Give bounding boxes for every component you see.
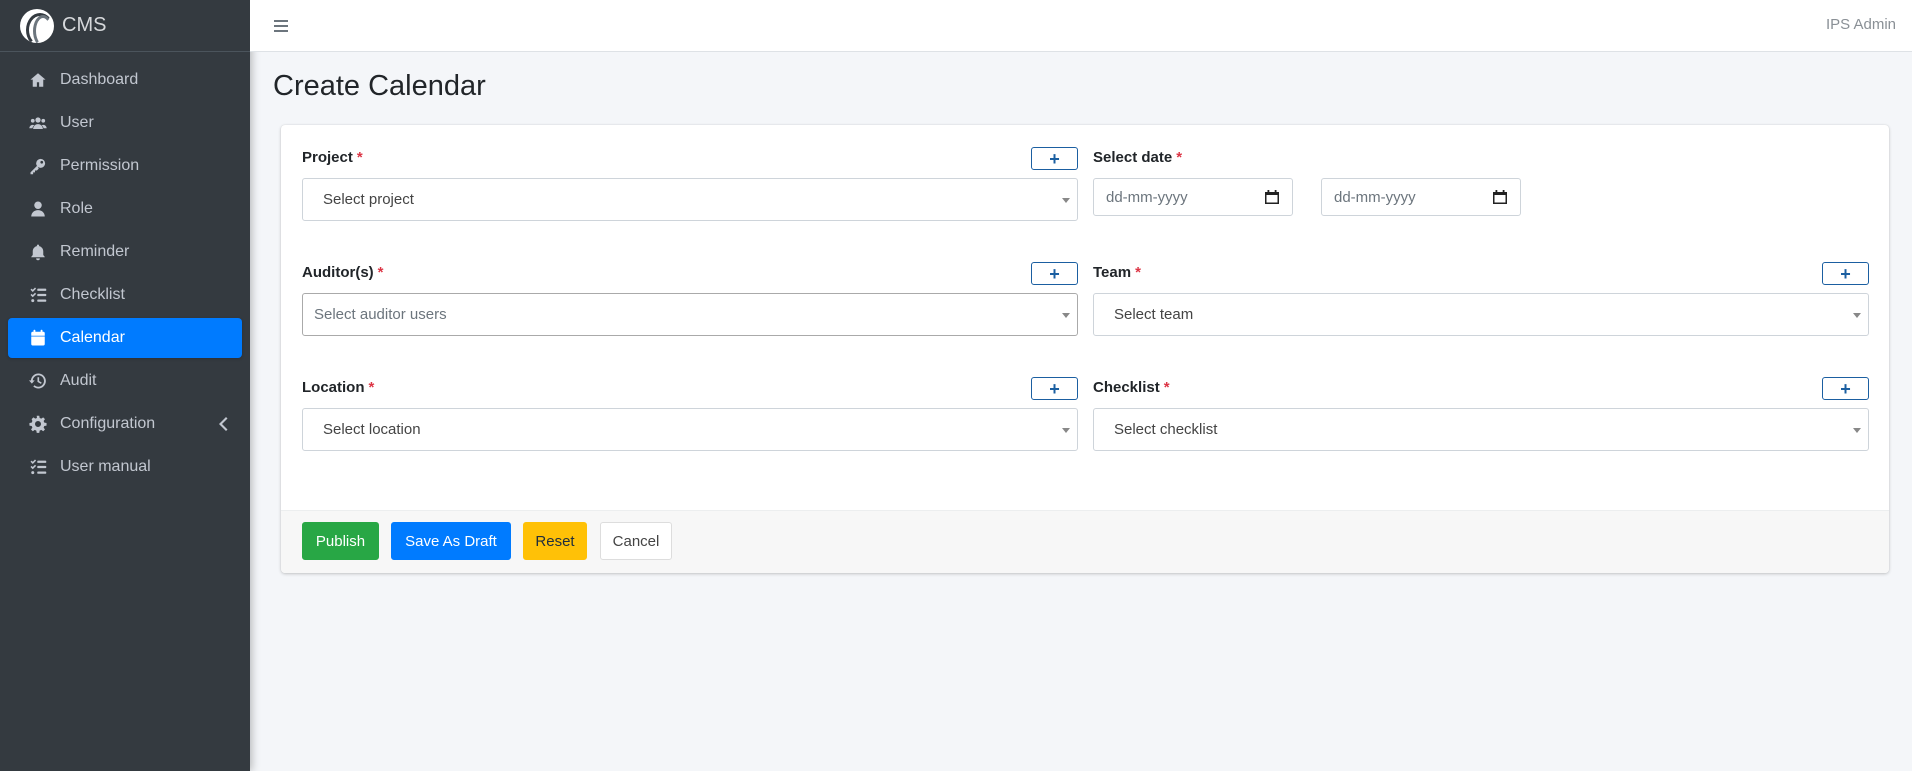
user-icon (28, 199, 48, 219)
home-icon (28, 70, 48, 90)
end-date-input[interactable]: dd-mm-yyyy (1321, 178, 1521, 216)
sidebar-item-user[interactable]: User (8, 103, 242, 143)
sidebar-nav: Dashboard User Permission Role Reminder … (0, 60, 250, 487)
sidebar: CMS Dashboard User Permission Role Remin… (0, 0, 250, 771)
select-date-label: Select date * (1093, 149, 1183, 166)
caret-down-icon (1062, 313, 1070, 318)
sidebar-item-audit[interactable]: Audit (8, 361, 242, 401)
add-team-button[interactable]: + (1822, 262, 1869, 285)
sidebar-item-user-manual[interactable]: User manual (8, 447, 242, 487)
project-label: Project * (302, 149, 363, 166)
sidebar-item-reminder[interactable]: Reminder (8, 232, 242, 272)
sidebar-item-label: Calendar (60, 329, 125, 346)
menu-toggle-icon[interactable] (274, 19, 288, 32)
list-check-icon (28, 457, 48, 477)
caret-down-icon (1853, 428, 1861, 433)
team-select[interactable]: Select team (1093, 293, 1869, 336)
users-icon (28, 113, 48, 133)
add-project-button[interactable]: + (1031, 147, 1078, 170)
publish-button[interactable]: Publish (302, 522, 379, 560)
sidebar-item-dashboard[interactable]: Dashboard (8, 60, 242, 100)
sidebar-item-label: Configuration (60, 415, 156, 432)
calendar-icon[interactable] (1265, 190, 1279, 204)
sidebar-item-label: Permission (60, 157, 140, 174)
sidebar-item-label: Reminder (60, 243, 130, 260)
sidebar-item-label: Checklist (60, 286, 125, 303)
cancel-button[interactable]: Cancel (600, 522, 672, 560)
reset-button[interactable]: Reset (523, 522, 587, 560)
caret-down-icon (1853, 313, 1861, 318)
auditors-select-value: Select auditor users (314, 306, 447, 323)
project-select-value: Select project (323, 191, 414, 208)
list-check-icon (28, 285, 48, 305)
checklist-select-value: Select checklist (1114, 421, 1218, 438)
sidebar-item-checklist[interactable]: Checklist (8, 275, 242, 315)
checklist-select[interactable]: Select checklist (1093, 408, 1869, 451)
calendar-icon[interactable] (1493, 190, 1507, 204)
brand-name: CMS (62, 14, 107, 36)
page-title: Create Calendar (273, 70, 486, 102)
sidebar-item-label: Dashboard (60, 71, 139, 88)
create-calendar-form: Project * + Select project Select date * d… (281, 125, 1889, 573)
auditors-label: Auditor(s) * (302, 264, 384, 281)
start-date-input[interactable]: dd-mm-yyyy (1093, 178, 1293, 216)
auditors-select[interactable]: Select auditor users (302, 293, 1078, 336)
caret-down-icon (1062, 198, 1070, 203)
checklist-label: Checklist * (1093, 379, 1170, 396)
add-location-button[interactable]: + (1031, 377, 1078, 400)
team-label: Team * (1093, 264, 1141, 281)
gear-icon (28, 414, 48, 434)
required-mark: * (1135, 264, 1141, 281)
chevron-left-icon (218, 416, 228, 432)
key-icon (28, 156, 48, 176)
topbar: IPS Admin (250, 0, 1912, 52)
sidebar-item-calendar[interactable]: Calendar (8, 318, 242, 358)
end-date-placeholder: dd-mm-yyyy (1334, 188, 1416, 206)
caret-down-icon (1062, 428, 1070, 433)
sidebar-item-configuration[interactable]: Configuration (8, 404, 242, 444)
sidebar-item-label: User manual (60, 458, 151, 475)
add-auditor-button[interactable]: + (1031, 262, 1078, 285)
required-mark: * (368, 379, 375, 396)
team-select-value: Select team (1114, 306, 1194, 323)
location-label: Location * (302, 379, 375, 396)
sidebar-item-label: Role (60, 200, 93, 217)
brand[interactable]: CMS (0, 0, 250, 52)
required-mark: * (1163, 379, 1170, 396)
start-date-placeholder: dd-mm-yyyy (1106, 188, 1188, 206)
required-mark: * (1176, 149, 1183, 166)
required-mark: * (377, 264, 384, 281)
calendar-icon (28, 328, 48, 348)
user-menu[interactable]: IPS Admin (1826, 16, 1896, 33)
add-checklist-button[interactable]: + (1822, 377, 1869, 400)
sidebar-item-role[interactable]: Role (8, 189, 242, 229)
sidebar-item-label: User (60, 114, 94, 131)
sidebar-item-permission[interactable]: Permission (8, 146, 242, 186)
sidebar-item-label: Audit (60, 372, 97, 389)
project-select[interactable]: Select project (302, 178, 1078, 221)
location-select[interactable]: Select location (302, 408, 1078, 451)
location-select-value: Select location (323, 421, 421, 438)
brand-logo (20, 8, 54, 43)
save-draft-button[interactable]: Save As Draft (391, 522, 511, 560)
required-mark: * (356, 149, 363, 166)
history-icon (28, 371, 48, 391)
bell-icon (28, 242, 48, 262)
